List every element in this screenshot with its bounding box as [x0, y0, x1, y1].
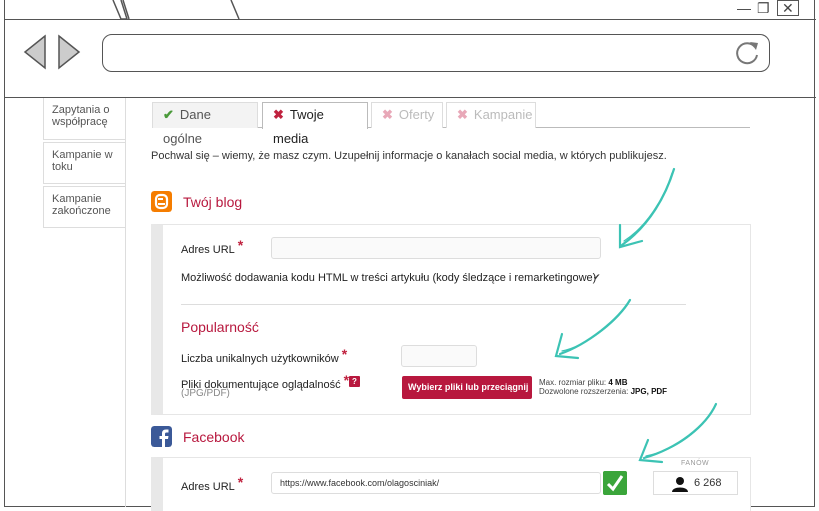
user-icon — [672, 477, 688, 492]
popularity-title: Popularność — [181, 319, 259, 335]
minimize-icon[interactable]: — — [737, 1, 751, 15]
hint-value: 4 MB — [608, 378, 628, 387]
blog-section-title: Twój blog — [183, 194, 243, 210]
sidebar-item-label: Zapytania o współpracę — [52, 104, 110, 128]
tab-label: Oferty — [398, 107, 435, 122]
blog-url-label: Adres URL * — [181, 237, 244, 256]
blogger-icon — [151, 191, 172, 212]
label-text: Adres URL — [181, 244, 235, 256]
hint-label: Dozwolone rozszerzenia: — [539, 387, 629, 396]
hint-value: JPG, PDF — [630, 387, 668, 396]
address-bar[interactable] — [102, 34, 770, 72]
required-marker: * — [341, 346, 348, 362]
sidebar-item-label: Kampanie w toku — [52, 149, 113, 173]
hint-label: Max. rozmiar pliku: — [539, 378, 607, 387]
sidebar: Zapytania o współpracę Kampanie w toku K… — [43, 98, 125, 230]
back-arrow-icon[interactable] — [23, 34, 47, 70]
restore-icon[interactable]: ❐ — [757, 1, 770, 15]
annotation-arrow — [618, 167, 676, 249]
html-code-label: Możliwość dodawania kodu HTML w treści a… — [181, 272, 597, 284]
browser-toolbar — [5, 20, 816, 98]
help-icon[interactable]: ? — [349, 376, 360, 387]
upload-files-button[interactable]: Wybierz pliki lub przeciągnij — [402, 376, 532, 399]
sidebar-item-label: Kampanie zakończone — [52, 193, 111, 217]
upload-extensions: Dozwolone rozszerzenia: JPG, PDF — [539, 387, 667, 397]
check-icon: ✔ — [163, 107, 174, 122]
tab-campaigns[interactable]: ✖ Kampanie — [446, 102, 536, 128]
tab-general-data[interactable]: ✔ Dane ogólne — [152, 102, 258, 146]
facebook-section-title: Facebook — [183, 429, 245, 445]
tab-label: Kampanie — [473, 107, 533, 122]
sidebar-item-collaboration-requests[interactable]: Zapytania o współpracę — [43, 98, 125, 140]
valid-check-icon — [603, 471, 627, 495]
tab-your-media[interactable]: ✖ Twoje media — [262, 102, 368, 146]
view-docs-formats: (JPG/PDF) — [181, 388, 230, 399]
unique-users-input[interactable] — [401, 345, 477, 367]
reload-icon[interactable] — [733, 39, 761, 67]
sidebar-divider — [125, 98, 126, 507]
required-marker: * — [237, 237, 244, 253]
facebook-icon — [151, 426, 172, 447]
close-icon[interactable]: ✕ — [777, 0, 799, 16]
fans-count: 6 268 — [694, 477, 722, 489]
facebook-url-input[interactable]: https://www.facebook.com/olagosciniak/ — [271, 472, 601, 494]
fans-count-box: 6 268 — [653, 471, 738, 495]
html-code-checkbox[interactable]: ✔ — [593, 273, 602, 282]
cross-icon: ✖ — [457, 107, 468, 122]
forward-arrow-icon[interactable] — [57, 34, 81, 70]
cross-icon: ✖ — [273, 107, 284, 122]
facebook-url-value: https://www.facebook.com/olagosciniak/ — [280, 478, 440, 488]
sidebar-item-active-campaigns[interactable]: Kampanie w toku — [43, 142, 125, 184]
annotation-arrow — [554, 298, 632, 360]
sidebar-item-finished-campaigns[interactable]: Kampanie zakończone — [43, 186, 125, 228]
browser-tab-bar: — ❐ ✕ — [5, 0, 816, 20]
cross-icon: ✖ — [382, 107, 393, 122]
blog-url-input[interactable] — [271, 237, 601, 259]
unique-users-label: Liczba unikalnych użytkowników * — [181, 346, 348, 365]
intro-text: Pochwal się – wiemy, że masz czym. Uzupe… — [151, 150, 667, 162]
profile-tabs: ✔ Dane ogólne ✖ Twoje media ✖ Oferty ✖ Kampa… — [152, 102, 750, 146]
annotation-arrow — [638, 402, 718, 464]
tab-offers[interactable]: ✖ Oferty — [371, 102, 443, 128]
label-text: Adres URL — [181, 481, 235, 493]
browser-tabs[interactable] — [5, 0, 245, 20]
facebook-url-label: Adres URL * — [181, 474, 244, 493]
label-text: Liczba unikalnych użytkowników — [181, 353, 339, 365]
required-marker: * — [237, 474, 244, 490]
